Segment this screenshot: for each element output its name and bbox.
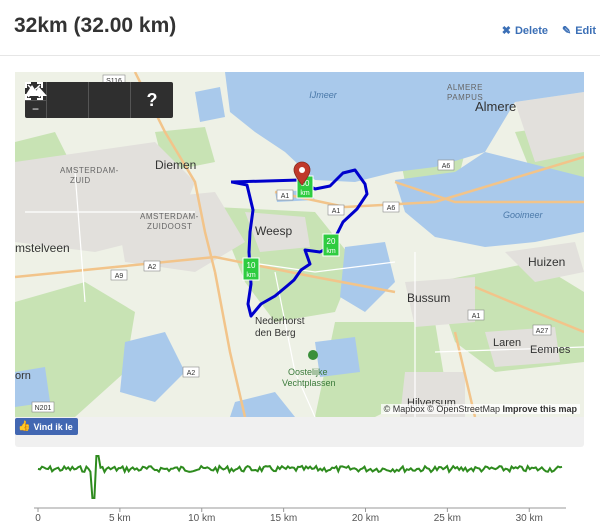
- elevation-chart[interactable]: 0 5 km 10 km 15 km 20 km 25 km 30 km: [0, 452, 600, 525]
- close-icon: ✖: [501, 25, 511, 37]
- shield-n201: N201: [31, 401, 55, 413]
- svg-text:A6: A6: [442, 163, 451, 170]
- social-bar: 👍 Vind ik le: [15, 417, 584, 447]
- label-amstelveen: mstelveen: [15, 241, 70, 255]
- label-laren: Laren: [493, 337, 521, 349]
- profile-ticks: 0 5 km 10 km 15 km 20 km 25 km 30 km: [35, 508, 543, 524]
- svg-text:km: km: [326, 248, 336, 255]
- label-eemnes: Eemnes: [530, 344, 571, 356]
- help-label: ?: [146, 89, 158, 110]
- label-diemen: Diemen: [155, 158, 196, 172]
- shield-a1-b: A1: [327, 204, 345, 216]
- svg-text:A1: A1: [281, 193, 290, 200]
- label-horn: orn: [15, 370, 31, 382]
- svg-text:N201: N201: [35, 405, 52, 412]
- shield-a6-b: A6: [437, 159, 455, 171]
- km-marker-20: 20 km: [322, 233, 340, 257]
- svg-text:A9: A9: [115, 273, 124, 280]
- mapbox-attribution-link[interactable]: © Mapbox: [384, 404, 425, 414]
- km-marker-10-num: 10: [247, 261, 256, 270]
- route-actions: ✖ Delete ✎ Edit: [501, 24, 596, 38]
- shield-a1-a: A1: [276, 189, 294, 201]
- svg-text:A2: A2: [187, 370, 196, 377]
- profile-tick-label: 5 km: [109, 513, 131, 524]
- profile-tick-label: 0: [35, 513, 41, 524]
- profile-tick-label: 10 km: [188, 513, 215, 524]
- svg-text:km: km: [246, 272, 256, 279]
- help-button[interactable]: ?: [131, 82, 173, 118]
- map-toolbar: + − ?: [25, 82, 173, 118]
- shield-a6-a: A6: [382, 201, 400, 213]
- svg-text:A27: A27: [536, 328, 549, 335]
- shield-a1-c: A1: [467, 309, 485, 321]
- map-attribution: © Mapbox © OpenStreetMap Improve this ma…: [380, 404, 580, 414]
- svg-text:km: km: [300, 190, 310, 197]
- edit-button[interactable]: ✎ Edit: [562, 24, 596, 38]
- profile-tick-label: 20 km: [352, 513, 379, 524]
- svg-text:A6: A6: [387, 205, 396, 212]
- edit-label: Edit: [575, 24, 596, 37]
- page-title: 32km (32.00 km): [14, 14, 177, 37]
- shield-a2-a: A2: [143, 260, 161, 272]
- label-bussum: Bussum: [407, 291, 450, 305]
- label-ijmeer: IJmeer: [309, 90, 338, 100]
- km-marker-20-num: 20: [327, 237, 336, 246]
- pencil-icon: ✎: [562, 25, 572, 37]
- km-marker-10: 10 km: [242, 257, 260, 281]
- svg-text:A2: A2: [148, 264, 157, 271]
- profile-tick-label: 15 km: [270, 513, 297, 524]
- park-icon: [308, 350, 318, 360]
- elevation-profile[interactable]: 0 5 km 10 km 15 km 20 km 25 km 30 km: [0, 452, 600, 525]
- terrain-button[interactable]: [25, 82, 131, 118]
- label-weesp: Weesp: [255, 224, 292, 238]
- profile-tick-label: 30 km: [516, 513, 543, 524]
- mountain-icon: [25, 85, 47, 96]
- label-gooimeer: Gooimeer: [503, 210, 544, 220]
- improve-map-link[interactable]: Improve this map: [502, 404, 577, 414]
- label-huizen: Huizen: [528, 255, 565, 269]
- map-canvas[interactable]: 10 km 20 km 30 km S116 A1 A1 A6 A6 A9 A: [15, 72, 584, 417]
- label-amsterdam-zuidoost: AMSTERDAM-ZUIDOOST: [140, 212, 199, 231]
- svg-text:A1: A1: [332, 208, 341, 215]
- page-header: 32km (32.00 km) ✖ Delete ✎ Edit: [0, 0, 600, 56]
- label-almere: Almere: [475, 99, 516, 114]
- facebook-like-label: Vind ik le: [33, 421, 73, 432]
- elevation-line: [37, 455, 563, 499]
- zoom-out-button[interactable]: −: [25, 99, 46, 119]
- shield-a27: A27: [532, 324, 552, 336]
- delete-button[interactable]: ✖ Delete: [501, 24, 548, 38]
- facebook-like-button[interactable]: 👍 Vind ik le: [15, 418, 78, 435]
- thumbs-up-icon: 👍: [18, 421, 31, 432]
- osm-attribution-link[interactable]: © OpenStreetMap: [427, 404, 500, 414]
- profile-tick-label: 25 km: [434, 513, 461, 524]
- label-oostelijke: Oostelijke Vechtplassen: [282, 367, 336, 388]
- delete-label: Delete: [514, 24, 548, 37]
- shield-a9: A9: [110, 269, 128, 281]
- fullscreen-button[interactable]: [25, 82, 89, 118]
- svg-text:A1: A1: [472, 313, 481, 320]
- route-map[interactable]: 10 km 20 km 30 km S116 A1 A1 A6 A6 A9 A: [15, 72, 584, 417]
- shield-a2-b: A2: [182, 366, 200, 378]
